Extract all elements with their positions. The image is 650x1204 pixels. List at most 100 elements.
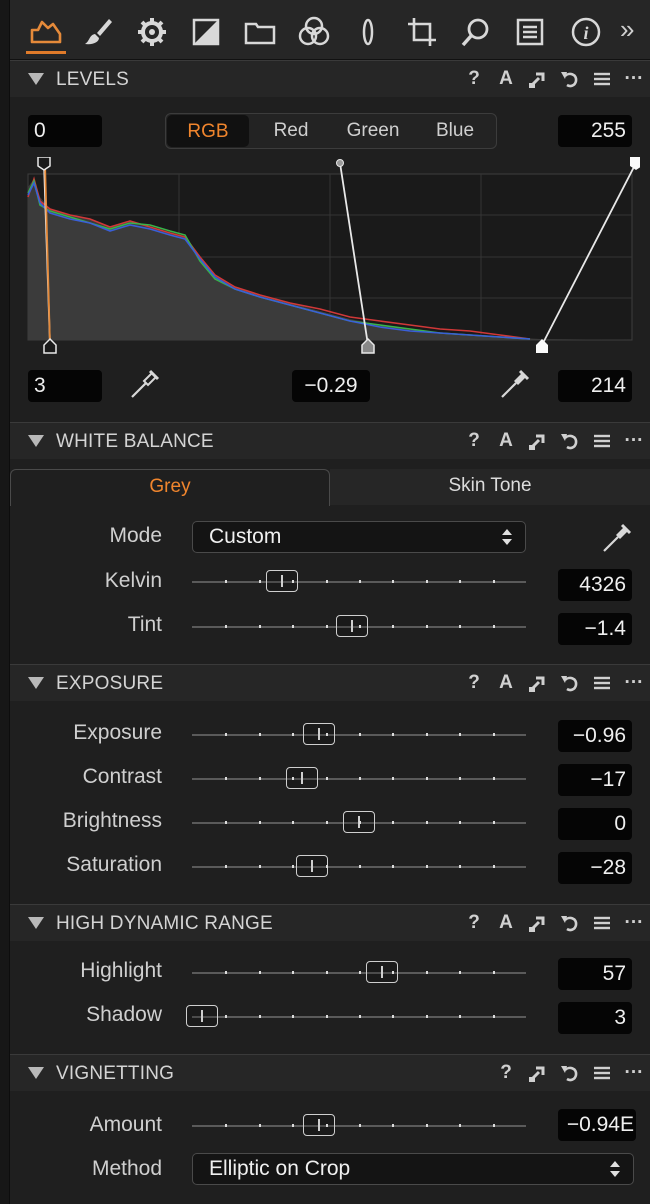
black-picker-icon[interactable] <box>128 367 162 401</box>
exposure-slider[interactable] <box>192 723 526 745</box>
channel-blue[interactable]: Blue <box>414 114 496 148</box>
menu-icon[interactable] <box>586 67 618 91</box>
copy-apply-icon[interactable] <box>522 1061 554 1085</box>
white-balance-header[interactable]: WHITE BALANCE ? A ··· <box>10 423 650 459</box>
contrast-value[interactable]: −17 <box>558 764 632 796</box>
shadow-value[interactable]: 3 <box>558 1002 632 1034</box>
saturation-label: Saturation <box>66 853 162 876</box>
auto-icon[interactable]: A <box>490 911 522 935</box>
collapse-triangle-icon[interactable] <box>28 1067 44 1079</box>
amount-slider-knob[interactable] <box>303 1114 335 1136</box>
metadata-icon[interactable] <box>510 10 550 54</box>
help-icon[interactable]: ? <box>458 671 490 695</box>
wb-picker-icon[interactable] <box>600 521 634 555</box>
more-options-icon[interactable]: ··· <box>618 1061 650 1085</box>
more-options-icon[interactable]: ··· <box>618 429 650 453</box>
midtone-field[interactable]: −0.29 <box>292 370 370 402</box>
base-characteristics-tab-icon[interactable] <box>26 10 66 54</box>
lens-icon[interactable] <box>348 10 388 54</box>
levels-histogram[interactable] <box>20 157 640 357</box>
exposure-slider-knob[interactable] <box>303 723 335 745</box>
contrast-slider-knob[interactable] <box>286 767 318 789</box>
tint-value[interactable]: −1.4 <box>558 613 632 645</box>
collapse-triangle-icon[interactable] <box>28 435 44 447</box>
collapse-triangle-icon[interactable] <box>28 73 44 85</box>
reset-icon[interactable] <box>554 671 586 695</box>
copy-apply-icon[interactable] <box>522 429 554 453</box>
copy-apply-icon[interactable] <box>522 67 554 91</box>
reset-icon[interactable] <box>554 67 586 91</box>
tab-grey[interactable]: Grey <box>10 469 330 506</box>
kelvin-slider[interactable] <box>192 570 526 592</box>
tint-slider[interactable] <box>192 615 526 637</box>
crop-icon[interactable] <box>402 10 442 54</box>
folder-icon[interactable] <box>240 10 280 54</box>
brightness-slider[interactable] <box>192 811 526 833</box>
more-options-icon[interactable]: ··· <box>618 67 650 91</box>
brush-icon[interactable] <box>78 10 118 54</box>
more-options-icon[interactable]: ··· <box>618 671 650 695</box>
reset-icon[interactable] <box>554 1061 586 1085</box>
more-options-icon[interactable]: ··· <box>618 911 650 935</box>
saturation-slider[interactable] <box>192 855 526 877</box>
white-picker-icon[interactable] <box>498 367 532 401</box>
contrast-slider[interactable] <box>192 767 526 789</box>
slider-tick <box>259 733 261 736</box>
mode-dropdown[interactable]: Custom <box>192 521 526 553</box>
saturation-value[interactable]: −28 <box>558 852 632 884</box>
reset-icon[interactable] <box>554 429 586 453</box>
section-title: VIGNETTING <box>56 1063 175 1084</box>
exposure-value[interactable]: −0.96 <box>558 720 632 752</box>
slider-tick <box>392 777 394 780</box>
amount-slider[interactable] <box>192 1114 526 1136</box>
tab-skin-tone[interactable]: Skin Tone <box>330 469 650 505</box>
channel-green[interactable]: Green <box>332 114 414 148</box>
reset-icon[interactable] <box>554 911 586 935</box>
help-icon[interactable]: ? <box>458 67 490 91</box>
output-black-field[interactable]: 3 <box>28 370 102 402</box>
copy-apply-icon[interactable] <box>522 671 554 695</box>
output-white-field[interactable]: 214 <box>558 370 632 402</box>
input-black-field[interactable]: 0 <box>28 115 102 147</box>
shadow-slider-knob[interactable] <box>186 1005 218 1027</box>
menu-icon[interactable] <box>586 671 618 695</box>
vignetting-panel: VIGNETTING ? ··· Amount −0.94E Method El… <box>10 1054 650 1204</box>
tint-slider-knob[interactable] <box>336 615 368 637</box>
help-icon[interactable]: ? <box>490 1061 522 1085</box>
vignetting-header[interactable]: VIGNETTING ? ··· <box>10 1055 650 1091</box>
menu-icon[interactable] <box>586 1061 618 1085</box>
auto-icon[interactable]: A <box>490 429 522 453</box>
slider-tick <box>493 733 495 736</box>
menu-icon[interactable] <box>586 911 618 935</box>
highlight-value[interactable]: 57 <box>558 958 632 990</box>
kelvin-value[interactable]: 4326 <box>558 569 632 601</box>
search-icon[interactable] <box>456 10 496 54</box>
highlight-slider[interactable] <box>192 961 526 983</box>
levels-header[interactable]: LEVELS ? A ··· <box>10 61 650 97</box>
hdr-header[interactable]: HIGH DYNAMIC RANGE ? A ··· <box>10 905 650 941</box>
channel-red[interactable]: Red <box>250 114 332 148</box>
exposure-icon[interactable] <box>186 10 226 54</box>
collapse-triangle-icon[interactable] <box>28 917 44 929</box>
auto-icon[interactable]: A <box>490 67 522 91</box>
input-white-field[interactable]: 255 <box>558 115 632 147</box>
color-icon[interactable] <box>294 10 334 54</box>
auto-icon[interactable]: A <box>490 671 522 695</box>
collapse-triangle-icon[interactable] <box>28 677 44 689</box>
shadow-slider[interactable] <box>186 1005 526 1027</box>
slider-tick <box>459 777 461 780</box>
amount-value[interactable]: −0.94E <box>558 1109 636 1141</box>
brightness-value[interactable]: 0 <box>558 808 632 840</box>
menu-icon[interactable] <box>586 429 618 453</box>
saturation-slider-knob[interactable] <box>296 855 328 877</box>
exposure-header[interactable]: EXPOSURE ? A ··· <box>10 665 650 701</box>
method-dropdown[interactable]: Elliptic on Crop <box>192 1153 634 1185</box>
info-icon[interactable]: i <box>566 10 606 54</box>
channel-rgb[interactable]: RGB <box>167 115 249 147</box>
copy-apply-icon[interactable] <box>522 911 554 935</box>
help-icon[interactable]: ? <box>458 911 490 935</box>
more-tabs-chevron[interactable]: » <box>620 14 634 45</box>
slider-tick <box>359 821 361 824</box>
gear-icon[interactable] <box>132 10 172 54</box>
help-icon[interactable]: ? <box>458 429 490 453</box>
